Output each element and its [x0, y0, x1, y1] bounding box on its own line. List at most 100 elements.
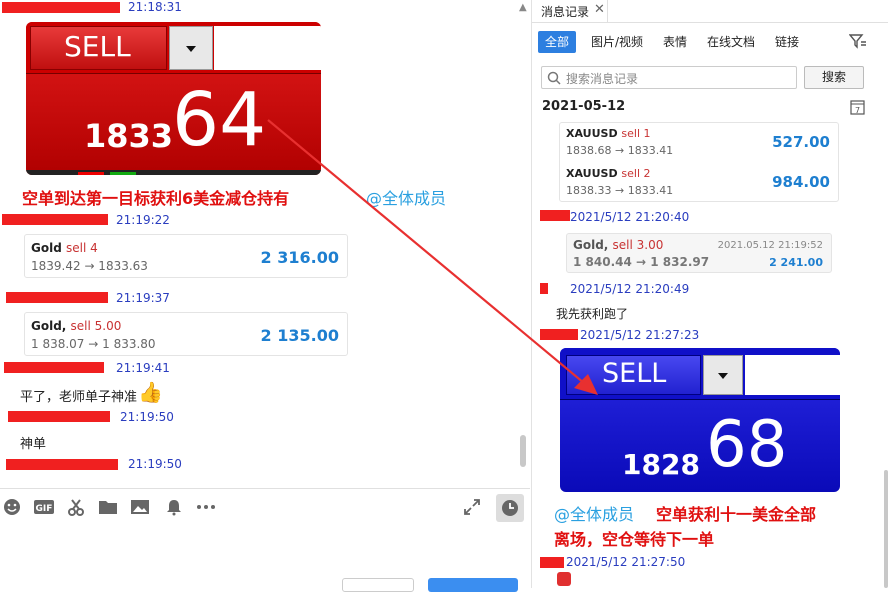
trade-card[interactable]: Gold sell 4 1839.42 → 1833.63 2 316.00: [24, 234, 348, 278]
sell-order-image[interactable]: SELL 1828 68: [560, 348, 840, 492]
svg-text:GIF: GIF: [36, 504, 53, 514]
redacted-name: [4, 362, 104, 373]
message-time: 2021/5/12 21:20:40: [570, 210, 690, 224]
caption-text: 空单获利十一美金全部: [656, 505, 817, 524]
redacted-name: [540, 210, 570, 221]
card-side: sell 3.00: [612, 238, 664, 252]
card-profit: 2 316.00: [260, 248, 339, 267]
clock-icon: [502, 500, 518, 516]
search-input[interactable]: 搜索消息记录: [541, 66, 797, 89]
tab-links[interactable]: 链接: [775, 31, 799, 53]
caption-text: 离场，空仓等待下一单: [554, 530, 715, 549]
history-tab[interactable]: 消息记录 ✕: [532, 0, 608, 22]
card-symbol: Gold,: [31, 319, 67, 333]
date-header: 2021-05-12: [542, 99, 626, 114]
card-side: sell 2: [621, 167, 651, 180]
card-price-range: 1 840.44 → 1 832.97: [573, 255, 710, 269]
expand-icon[interactable]: [462, 498, 482, 518]
card-side: sell 1: [621, 127, 651, 140]
avatar[interactable]: [557, 572, 571, 586]
scroll-up-icon[interactable]: ▲: [519, 2, 529, 13]
card-symbol: XAUUSD: [566, 167, 618, 180]
redacted-name: [2, 2, 120, 13]
card-profit: 2 241.00: [769, 256, 823, 269]
scissors-icon[interactable]: [66, 498, 86, 518]
order-input-box: [745, 355, 840, 395]
chat-scrollbar-thumb[interactable]: [520, 435, 526, 467]
card-price-range: 1 838.07 → 1 833.80: [31, 337, 156, 351]
message-history-panel: 消息记录 ✕ 全部 图片/视频 表情 在线文档 链接 搜索消息记录 搜索 202…: [531, 0, 888, 588]
redacted-name: [8, 411, 110, 422]
mention-all[interactable]: @全体成员: [366, 185, 446, 209]
thumbs-up-icon: 👍: [138, 380, 163, 404]
redacted-name: [6, 292, 108, 303]
dropdown-arrow-icon: [703, 355, 743, 395]
card-profit: 527.00: [772, 133, 830, 151]
chat-panel: 21:18:31 SELL 1833 64 空单到达第一目标获利6美金减仓持有 …: [0, 0, 530, 592]
price-small: 1828: [622, 448, 700, 481]
sell-label: SELL: [602, 358, 667, 389]
card-symbol: Gold,: [573, 238, 609, 252]
redacted-name: [540, 283, 548, 294]
card-profit: 2 135.00: [260, 326, 339, 345]
tab-emoji[interactable]: 表情: [663, 31, 687, 53]
tab-docs[interactable]: 在线文档: [707, 31, 755, 53]
history-button[interactable]: [496, 494, 524, 522]
gif-icon[interactable]: GIF: [33, 498, 55, 518]
emoji-icon[interactable]: [2, 498, 22, 518]
order-input-box: [214, 26, 321, 70]
close-icon[interactable]: ✕: [594, 2, 605, 17]
history-scrollbar-thumb[interactable]: [884, 470, 888, 588]
message-time: 21:19:50: [120, 410, 174, 424]
search-icon: [547, 71, 561, 85]
card-profit: 984.00: [772, 173, 830, 191]
message-text: 我先获利跑了: [556, 307, 629, 321]
bell-icon[interactable]: [164, 498, 184, 518]
svg-text:7: 7: [855, 106, 860, 115]
redacted-name: [6, 459, 118, 470]
message-text: 神单: [20, 437, 47, 452]
redacted-name: [540, 329, 578, 340]
folder-icon[interactable]: [98, 498, 118, 518]
message-text: 平了，老师单子神准: [20, 390, 138, 405]
card-symbol: XAUUSD: [566, 127, 618, 140]
tab-all[interactable]: 全部: [538, 31, 577, 53]
card-side: sell 5.00: [70, 319, 122, 333]
message-time: 21:19:37: [116, 291, 170, 305]
message-time: 2021/5/12 21:20:49: [570, 282, 690, 296]
calendar-icon[interactable]: 7: [850, 99, 866, 118]
sell-order-image[interactable]: SELL 1833 64: [26, 22, 321, 175]
message-time: 2021/5/12 21:27:50: [566, 555, 686, 569]
message-time: 21:18:31: [128, 0, 182, 14]
image-icon[interactable]: [130, 498, 150, 518]
price-big: 64: [172, 77, 267, 163]
card-date: 2021.05.12 21:19:52: [717, 240, 823, 251]
more-icon[interactable]: [195, 498, 217, 518]
redacted-name: [540, 557, 564, 568]
send-button[interactable]: [428, 578, 518, 592]
message-time: 21:19:50: [128, 457, 182, 471]
mention-all[interactable]: @全体成员: [554, 501, 634, 525]
panel-title: 消息记录: [541, 5, 590, 19]
message-time: 21:19:22: [116, 213, 170, 227]
search-button[interactable]: 搜索: [804, 66, 864, 89]
sell-label: SELL: [64, 30, 131, 63]
card-symbol: Gold: [31, 241, 62, 255]
dropdown-arrow-icon: [169, 26, 213, 70]
filter-icon[interactable]: [848, 33, 867, 52]
caption-text: 空单到达第一目标获利6美金减仓持有: [22, 189, 290, 208]
search-placeholder: 搜索消息记录: [566, 72, 639, 86]
price-small: 1833: [84, 117, 174, 155]
card-price-range: 1839.42 → 1833.63: [31, 259, 148, 273]
price-big: 68: [706, 408, 788, 482]
trade-card[interactable]: Gold, sell 3.00 1 840.44 → 1 832.97 2021…: [566, 233, 832, 273]
trade-card[interactable]: Gold, sell 5.00 1 838.07 → 1 833.80 2 13…: [24, 312, 348, 356]
trade-card[interactable]: XAUUSD sell 1 1838.68 → 1833.41 527.00 X…: [559, 122, 839, 202]
close-button[interactable]: [342, 578, 414, 592]
message-time: 2021/5/12 21:27:23: [580, 328, 700, 342]
message-time: 21:19:41: [116, 361, 170, 375]
card-side: sell 4: [65, 241, 98, 255]
redacted-name: [2, 214, 108, 225]
card-price-range: 1838.68 → 1833.41: [566, 144, 674, 157]
tab-media[interactable]: 图片/视频: [591, 31, 643, 53]
